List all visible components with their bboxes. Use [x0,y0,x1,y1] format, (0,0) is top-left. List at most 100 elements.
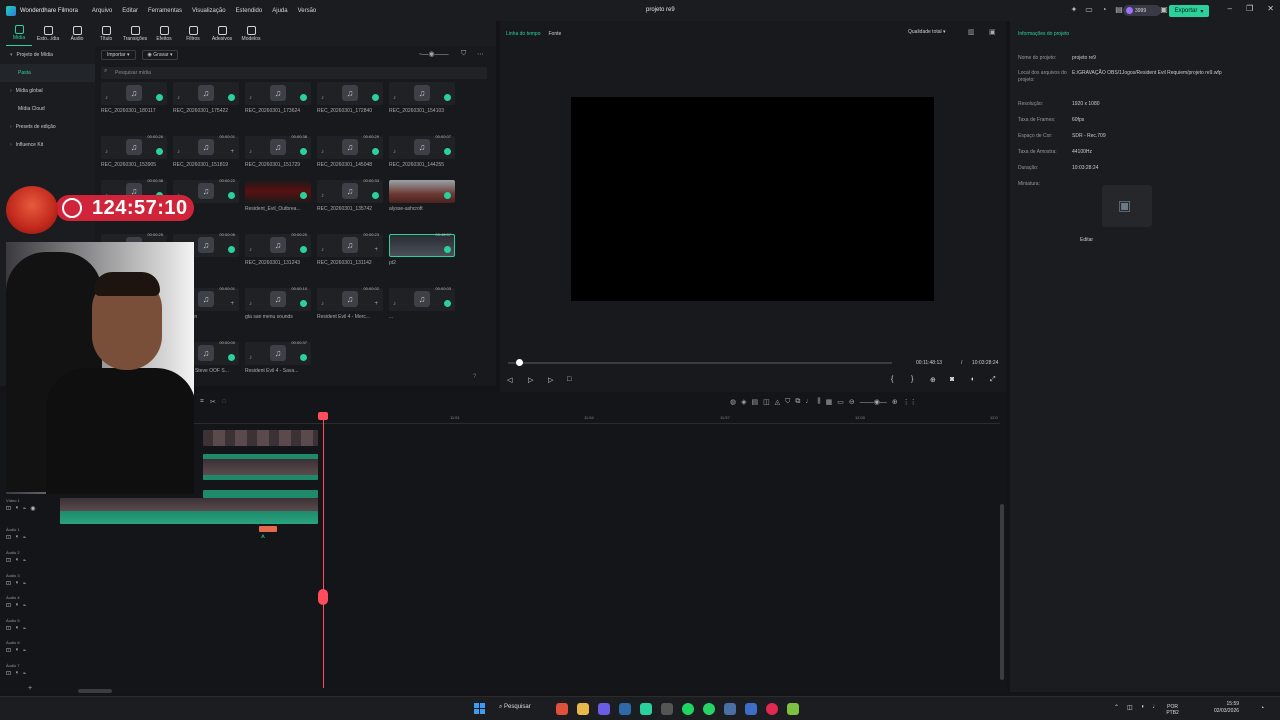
media-item[interactable]: ♫ ♪ 00:00:29 REC_20260301_145048 [317,134,383,170]
brave-icon[interactable] [556,703,568,715]
monitor-icon[interactable]: ▭ [1084,5,1094,15]
add-icon[interactable]: + [230,301,234,307]
lock-icon[interactable]: ⊡ [6,602,11,609]
grid-icon[interactable]: ⋮⋮ [903,398,917,406]
thumbnail-placeholder[interactable]: ▣ [1102,185,1152,227]
timeline-ruler[interactable]: 11:51 11:54 11:57 12:00 12:0 [60,414,1000,424]
gift-icon[interactable]: ✦ [1069,5,1079,15]
layout-icon[interactable]: ▭ [837,398,844,406]
media-item[interactable]: ♫ ♪ REC_20260301_154103 [389,82,455,116]
menu-ajuda[interactable]: Ajuda [272,8,287,14]
notification-icon[interactable]: ◔ [1260,705,1264,712]
tab-audio[interactable]: Áudio [64,21,90,46]
mute-icon[interactable]: ◖ [15,602,19,609]
timeline-vertical-scrollbar[interactable] [1000,504,1004,680]
chevron-up-icon[interactable]: ⌃ [1114,704,1119,716]
menu-versao[interactable]: Versão [298,8,317,14]
media-item[interactable]: alysse-ashcroft [389,180,455,214]
lock-icon[interactable]: ⊡ [6,534,11,541]
scrubber-handle[interactable] [515,359,523,366]
record-icon[interactable] [766,703,778,715]
more-icon[interactable]: ⋯ [477,50,484,58]
maximize-icon[interactable]: ❐ [1246,4,1253,13]
media-item[interactable]: ♫ ♪ 00:00:03... [389,286,455,322]
mute-icon[interactable]: ◖ [15,625,19,632]
mute-icon[interactable]: ◖ [15,505,19,512]
sidebar-item-influence-kit[interactable]: › Influence Kit [0,136,95,154]
add-icon[interactable]: + [374,301,378,307]
link-icon[interactable]: ⌁ [23,625,27,632]
media-item[interactable]: ♫ ♪ REC_20260301_175422 [173,82,239,116]
motion-icon[interactable]: ◫ [763,398,770,406]
filmora-icon[interactable] [640,703,652,715]
zoom-fit-icon[interactable]: ⊕ [930,376,936,384]
video-clip-header[interactable] [203,490,318,498]
split-icon[interactable]: ✂ [210,398,216,406]
tab-stock-media[interactable]: Esto...ídia [35,21,61,46]
minimize-icon[interactable]: – [1228,4,1232,13]
monitor-icon[interactable] [745,703,757,715]
mute-icon[interactable]: ◖ [15,557,19,564]
credits-badge[interactable]: 3999 [1123,5,1161,16]
lock-icon[interactable]: ⊡ [6,670,11,677]
lock-icon[interactable]: ⊡ [6,647,11,654]
tab-midia[interactable]: Mídia [6,21,32,46]
tab-efeitos[interactable]: Efeitos [151,21,177,46]
add-icon[interactable]: + [374,247,378,253]
export-button[interactable]: Exportar ▾ [1169,5,1209,17]
media-item[interactable]: ♫ ♪ 00:00:33 REC_20260301_135742 [317,178,383,214]
zoom-in-icon[interactable]: ⊕ [892,398,898,406]
edit-thumbnail-button[interactable]: Editar [1080,237,1093,243]
vpn-icon[interactable] [724,703,736,715]
mic-icon[interactable]: ♩ [1152,704,1158,716]
compare-icon[interactable]: ▥ [968,28,975,36]
media-item[interactable]: ♫ ♪ 00:00:01 + REC_20260301_151819 [173,134,239,170]
media-item[interactable]: ♫ ♪ 00:00:23 + REC_20260301_131142 [317,232,383,268]
audio-1-clip[interactable] [259,526,277,532]
menu-ferramentas[interactable]: Ferramentas [148,8,182,14]
sidebar-item-projeto-de-midia[interactable]: ▾ Projeto de Mídia [0,46,95,64]
quality-dropdown[interactable]: Qualidade total ▾ [908,29,946,35]
import-button[interactable]: Importar ▾ [101,50,136,60]
tab-transicoes[interactable]: Transições [122,21,148,46]
taskbar-search[interactable]: ⌕ Pesquisar [499,704,531,711]
bell-icon[interactable]: ◔ [1099,5,1109,15]
stop-icon[interactable]: □ [567,376,571,383]
mark-out-icon[interactable]: } [911,376,913,383]
ai-icon[interactable]: ◍ [730,398,736,406]
zoom-slider[interactable]: ——◉— [860,398,887,406]
keyframe-icon[interactable]: ◬ [775,398,780,406]
media-item[interactable]: ♫ ♪ 00:00:20 REC_20260301_131243 [245,232,311,268]
media-item[interactable]: ♫ ♪ 00:00:07 REC_20260301_144255 [389,134,455,170]
media-item[interactable]: ♫ ♪ 00:00:26 REC_20260301_153905 [101,134,167,170]
video-clip[interactable] [203,454,318,480]
camera-icon[interactable]: ◙ [950,376,954,383]
crop-icon[interactable]: ⌗ [200,398,204,406]
language-indicator[interactable]: POR PTB2 [1166,704,1179,716]
playhead-scissors[interactable] [318,589,328,605]
tab-titulo[interactable]: Título [93,21,119,46]
volume-icon[interactable]: ◖ [1141,704,1145,716]
media-item[interactable]: 03:48:57 pt2 [389,232,455,268]
mic-icon[interactable]: ♩ [805,398,812,406]
close-icon[interactable]: ✕ [1267,4,1274,13]
link-icon[interactable]: ⌁ [23,670,27,677]
filter-icon[interactable]: ⛉ [461,50,466,58]
spotify-icon[interactable] [682,703,694,715]
shield-icon[interactable]: ⛉ [785,398,790,406]
video-1-clip[interactable] [60,498,318,524]
step-back-icon[interactable]: ▷ [528,376,533,384]
sidebar-item-midia-global[interactable]: › Mídia global [0,82,95,100]
link-icon[interactable]: ⌁ [23,505,27,512]
sidebar-item-pasta[interactable]: Pasta [0,64,95,82]
media-item[interactable]: ♫ ♪ 00:00:02 + Resident Evil 4 - Merc... [317,286,383,322]
media-item[interactable]: ♫ ♪ REC_20260301_173624 [245,82,311,116]
marker-icon[interactable]: ◈ [741,398,746,406]
discord-icon[interactable] [598,703,610,715]
folder-icon[interactable] [577,703,589,715]
obs-icon[interactable] [661,703,673,715]
add-track-icon[interactable]: + [28,685,32,692]
link-icon[interactable]: ⌁ [23,602,27,609]
snap-icon[interactable]: ⧉ [795,398,800,406]
speed-icon[interactable]: ◌ [222,398,226,406]
